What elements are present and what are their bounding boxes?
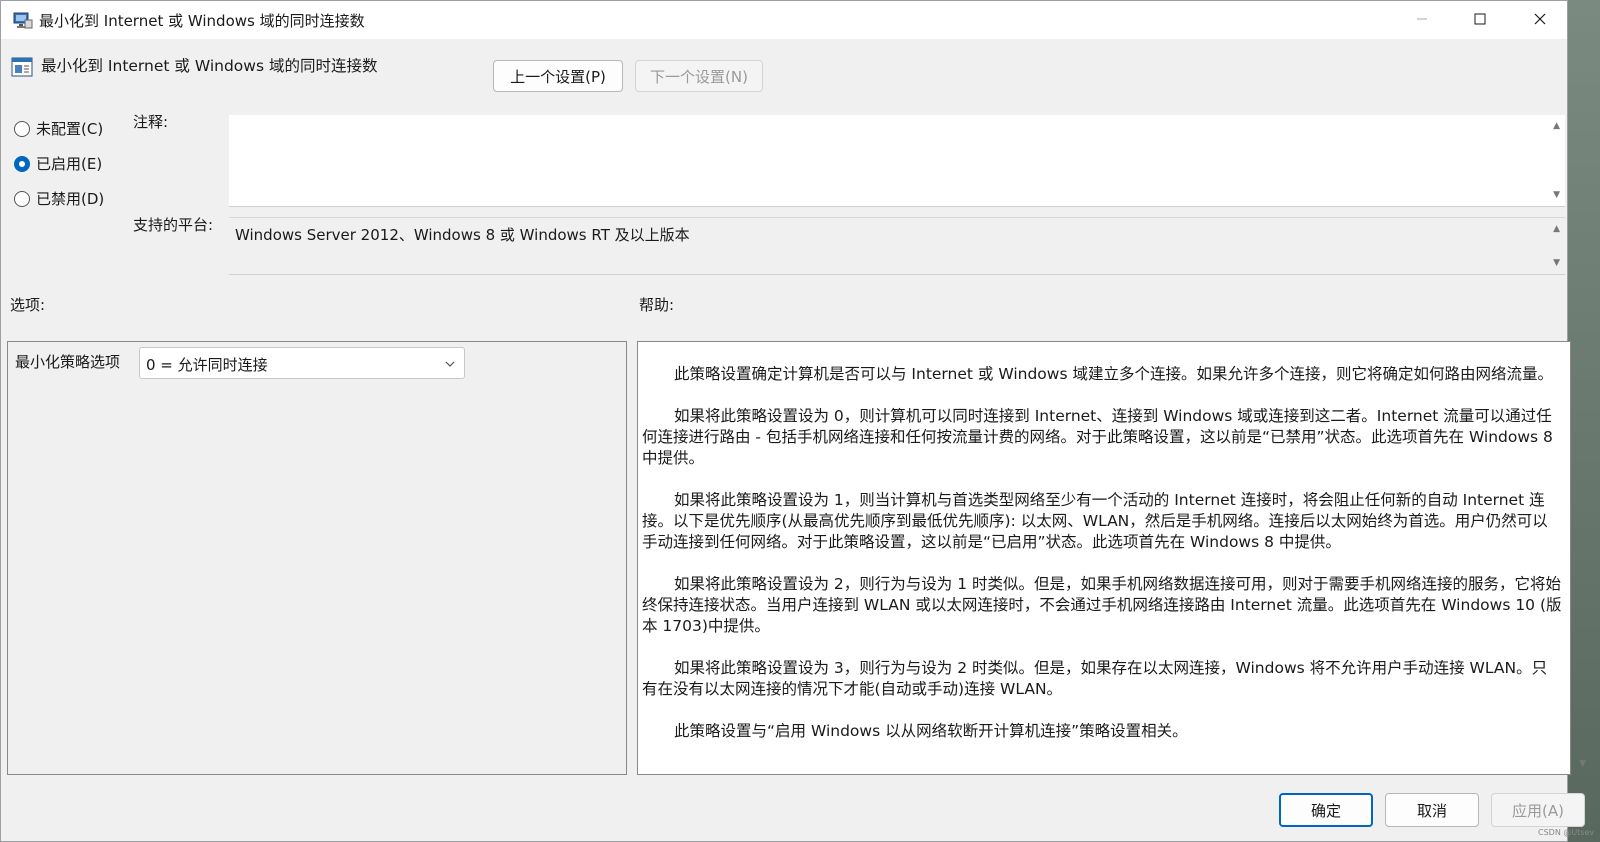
maximize-button[interactable] [1451,1,1509,39]
radio-disabled[interactable]: 已禁用(D) [14,188,104,209]
policy-dialog: 最小化到 Internet 或 Windows 域的同时连接数 最小化到 Int… [0,0,1586,842]
platform-label: 支持的平台: [133,216,214,234]
help-paragraph: 此策略设置与“启用 Windows 以从网络软断开计算机连接”策略设置相关。 [674,722,1188,740]
radio-circle-selected[interactable] [14,155,30,172]
scroll-down-icon[interactable]: ▼ [1553,258,1560,268]
radio-enabled[interactable]: 已启用(E) [14,153,102,174]
radio-label: 已启用(E) [36,155,103,173]
options-label: 选项: [10,296,46,314]
scroll-up-icon[interactable]: ▲ [1579,347,1586,357]
policy-app-icon [13,10,33,30]
policy-setting-icon [11,56,33,78]
next-setting-button[interactable]: 下一个设置(N) [635,60,763,92]
help-paragraph: 如果将此策略设置设为 0，则计算机可以同时连接到 Internet、连接到 Wi… [642,407,1553,467]
help-paragraph: 如果将此策略设置设为 3，则行为与设为 2 时类似。但是，如果存在以太网连接，W… [642,659,1548,698]
cancel-button[interactable]: 取消 [1385,793,1479,827]
close-button[interactable] [1511,1,1569,39]
platform-field: Windows Server 2012、Windows 8 或 Windows … [229,217,1565,275]
scroll-up-icon[interactable]: ▲ [1553,121,1560,131]
scroll-down-icon[interactable]: ▼ [1579,759,1586,769]
minimize-icon [1416,11,1428,29]
help-paragraph: 如果将此策略设置设为 2，则行为与设为 1 时类似。但是，如果手机网络数据连接可… [642,575,1562,635]
policy-title: 最小化到 Internet 或 Windows 域的同时连接数 [41,57,378,75]
scroll-down-icon[interactable]: ▼ [1553,190,1560,200]
watermark: CSDN @Utsev [1538,828,1595,837]
policy-option-dropdown[interactable]: 0 = 允许同时连接 [139,347,465,379]
apply-button[interactable]: 应用(A) [1491,793,1585,827]
radio-not-configured[interactable]: 未配置(C) [14,118,103,139]
options-panel: 最小化策略选项 0 = 允许同时连接 [7,341,627,775]
comment-label: 注释: [133,113,169,131]
help-scrollbar[interactable]: ▲ ▼ [1571,341,1591,775]
scroll-up-icon[interactable]: ▲ [1553,224,1560,234]
policy-option-label: 最小化策略选项 [15,353,121,371]
close-icon [1534,11,1546,29]
minimize-button[interactable] [1393,1,1451,39]
radio-label: 已禁用(D) [36,190,105,208]
radio-circle[interactable] [14,190,30,207]
ok-button[interactable]: 确定 [1279,793,1373,827]
help-paragraph: 此策略设置确定计算机是否可以与 Internet 或 Windows 域建立多个… [674,365,1553,383]
comment-textarea[interactable]: ▲ ▼ [229,115,1565,207]
platform-value: Windows Server 2012、Windows 8 或 Windows … [235,226,690,244]
window-title: 最小化到 Internet 或 Windows 域的同时连接数 [39,12,365,30]
radio-circle[interactable] [14,120,30,137]
help-text: 此策略设置确定计算机是否可以与 Internet 或 Windows 域建立多个… [642,364,1562,763]
platform-scrollbar[interactable]: ▲ ▼ [1547,218,1565,274]
previous-setting-button[interactable]: 上一个设置(P) [493,60,623,92]
radio-label: 未配置(C) [36,120,104,138]
title-bar: 最小化到 Internet 或 Windows 域的同时连接数 [1,1,1567,39]
dropdown-value: 0 = 允许同时连接 [146,356,268,374]
maximize-icon [1474,11,1486,29]
comment-scrollbar[interactable]: ▲ ▼ [1547,115,1565,206]
help-label: 帮助: [639,296,675,314]
help-panel: 此策略设置确定计算机是否可以与 Internet 或 Windows 域建立多个… [637,341,1571,775]
chevron-down-icon [444,356,456,374]
help-paragraph: 如果将此策略设置设为 1，则当计算机与首选类型网络至少有一个活动的 Intern… [642,491,1548,551]
